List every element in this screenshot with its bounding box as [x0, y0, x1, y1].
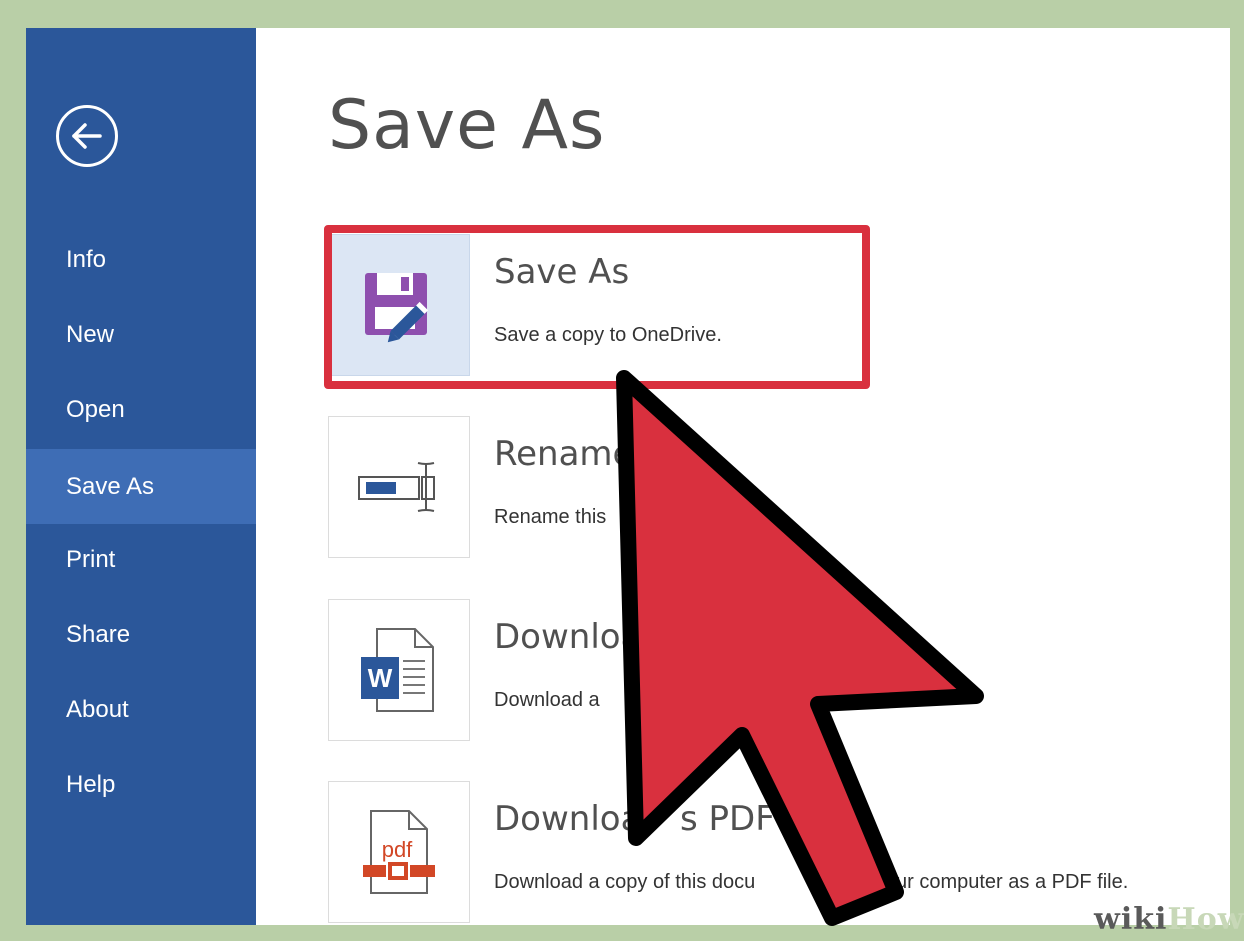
nav-item-label: Info — [66, 245, 107, 273]
rename-icon-tile — [328, 416, 470, 558]
option-description: Save a copy to OneDrive. — [494, 324, 722, 346]
nav-item-label: Save As — [66, 472, 155, 500]
nav-item-print[interactable]: Print — [26, 522, 256, 597]
nav-item-new[interactable]: New — [26, 297, 256, 372]
option-description: Rename this — [494, 506, 607, 528]
nav-item-save-as[interactable]: Save As — [26, 449, 256, 524]
back-button[interactable] — [56, 105, 118, 167]
watermark-how: How — [1167, 902, 1244, 937]
nav-item-label: About — [66, 695, 129, 723]
download-pdf-option[interactable]: pdf Downloa s PDF Download a copy of this… — [328, 781, 1128, 923]
rename-option[interactable]: Rename Rename this — [328, 416, 1048, 558]
nav-item-label: New — [66, 320, 115, 348]
main-panel: Save As Save As Save a copy to OneDrive. — [256, 28, 1230, 925]
download-pdf-icon-tile: pdf — [328, 781, 470, 923]
nav-item-open[interactable]: Open — [26, 372, 256, 447]
page-title: Save As — [328, 86, 606, 165]
rename-icon — [358, 462, 435, 512]
option-title-start: Downloa — [494, 799, 642, 839]
nav-item-label: Open — [66, 395, 125, 423]
option-title: Downloa s PDF — [494, 799, 775, 839]
save-as-icon-tile — [328, 234, 470, 376]
download-copy-icon-tile: W — [328, 599, 470, 741]
pdf-icon: pdf — [363, 810, 435, 894]
nav-item-help[interactable]: Help — [26, 747, 256, 822]
nav-item-share[interactable]: Share — [26, 597, 256, 672]
app-frame: Info New Open Save As Print Share About … — [26, 28, 1230, 925]
back-arrow-icon — [72, 123, 102, 149]
floppy-disk-pencil-icon — [365, 273, 429, 343]
save-as-option[interactable]: Save As Save a copy to OneDrive. — [328, 234, 1048, 376]
nav-item-label: Help — [66, 770, 116, 798]
watermark-wiki: wiki — [1094, 902, 1168, 937]
word-document-icon: W — [361, 628, 434, 712]
option-title: Rename — [494, 434, 634, 474]
nav-item-info[interactable]: Info — [26, 222, 256, 297]
option-title: Save As — [494, 252, 630, 292]
download-copy-option[interactable]: W Downloa Download a — [328, 599, 1048, 741]
option-description: Download a — [494, 689, 600, 711]
option-description-start: Download a copy of this docu — [494, 871, 756, 893]
backstage-sidebar: Info New Open Save As Print Share About … — [26, 28, 256, 925]
option-title: Downloa — [494, 617, 642, 657]
nav-item-about[interactable]: About — [26, 672, 256, 747]
nav-item-label: Print — [66, 545, 116, 573]
wikihow-watermark: wikiHow — [1094, 902, 1244, 937]
svg-text:W: W — [368, 663, 393, 693]
option-description-end: ur computer as a PDF file. — [896, 871, 1129, 893]
option-title-end: s PDF — [680, 799, 775, 839]
nav-item-label: Share — [66, 620, 131, 648]
svg-text:pdf: pdf — [382, 837, 413, 862]
option-description: Download a copy of this docu ur computer … — [494, 871, 1128, 894]
